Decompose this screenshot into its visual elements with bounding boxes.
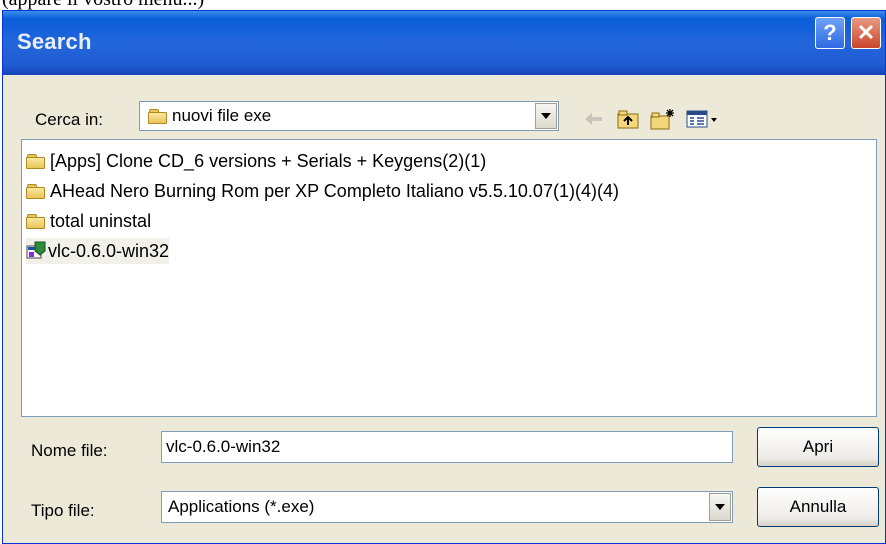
file-name: [Apps] Clone CD_6 versions + Serials + K… [50, 150, 487, 171]
new-folder-button[interactable] [649, 107, 677, 131]
lookin-value: nuovi file exe [172, 106, 272, 125]
filetype-dropdown-button[interactable] [709, 493, 731, 521]
chevron-down-icon [541, 113, 551, 119]
list-item-selected[interactable]: vlc-0.6.0-win32 [26, 238, 170, 264]
page-caption: (appare il vostro menu...) [2, 0, 204, 10]
close-button[interactable]: ✕ [851, 17, 881, 49]
back-arrow-icon [585, 113, 602, 125]
search-dialog: Search ? ✕ Cerca in: nuovi file exe [App… [2, 10, 886, 544]
folder-icon [26, 183, 46, 199]
folder-icon [26, 153, 46, 169]
filetype-value: Applications (*.exe) [168, 497, 315, 516]
view-menu-icon [686, 110, 717, 128]
open-button-label: Apri [802, 437, 834, 456]
application-icon [26, 241, 46, 261]
view-menu-button[interactable] [685, 107, 721, 131]
file-name: AHead Nero Burning Rom per XP Completo I… [50, 180, 619, 201]
filetype-label: Tipo file: [31, 501, 95, 520]
cancel-button[interactable]: Annulla [757, 487, 879, 527]
filetype-dropdown[interactable]: Applications (*.exe) [161, 491, 733, 523]
filename-label: Nome file: [31, 441, 108, 460]
folder-icon [26, 213, 46, 229]
file-name: total uninstal [50, 210, 152, 231]
dialog-title: Search [17, 29, 92, 54]
filename-value: vlc-0.6.0-win32 [166, 437, 281, 456]
cancel-button-label: Annulla [789, 497, 847, 516]
up-folder-button[interactable] [615, 107, 643, 131]
lookin-label: Cerca in: [35, 110, 104, 129]
new-folder-icon [650, 109, 674, 130]
list-item[interactable]: [Apps] Clone CD_6 versions + Serials + K… [26, 148, 486, 174]
open-button[interactable]: Apri [757, 427, 879, 467]
lookin-dropdown[interactable]: nuovi file exe [139, 101, 559, 131]
file-list[interactable]: [Apps] Clone CD_6 versions + Serials + K… [21, 139, 877, 417]
close-icon: ✕ [856, 20, 876, 45]
file-name: vlc-0.6.0-win32 [48, 240, 170, 261]
title-bar[interactable]: Search ? ✕ [3, 11, 885, 75]
folder-icon [148, 108, 168, 124]
list-item[interactable]: total uninstal [26, 208, 151, 234]
lookin-dropdown-button[interactable] [535, 103, 557, 129]
chevron-down-icon [715, 504, 725, 510]
help-button[interactable]: ? [815, 17, 845, 49]
list-item[interactable]: AHead Nero Burning Rom per XP Completo I… [26, 178, 619, 204]
back-button[interactable] [581, 107, 607, 131]
help-icon: ? [823, 20, 837, 45]
up-folder-icon [617, 110, 639, 129]
filename-field[interactable]: vlc-0.6.0-win32 [161, 431, 733, 463]
